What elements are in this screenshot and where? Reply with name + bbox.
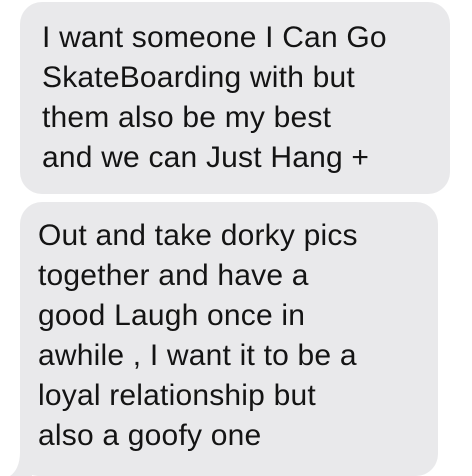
message-text-line: SkateBoarding with but <box>42 61 355 94</box>
message-text-line: awhile , I want it to be a <box>38 339 357 372</box>
message-thread: I want someone I Can Go SkateBoarding wi… <box>0 0 472 476</box>
message-text-line: and we can Just Hang + <box>42 141 370 174</box>
message-text-line: good Laugh once in <box>38 299 306 332</box>
bubble-tail <box>10 452 32 476</box>
message-text-line: I want someone I Can Go <box>42 21 387 54</box>
message-text-line: them also be my best <box>42 101 332 134</box>
message-text-line: together and have a <box>38 259 309 292</box>
message-text-line: loyal relationship but <box>38 379 316 412</box>
message-bubble[interactable]: I want someone I Can Go SkateBoarding wi… <box>20 2 450 194</box>
message-text-line: also a goofy one <box>38 419 262 452</box>
message-text-line: Out and take dorky pics <box>38 219 358 252</box>
message-bubble[interactable]: Out and take dorky pics together and hav… <box>20 202 438 476</box>
